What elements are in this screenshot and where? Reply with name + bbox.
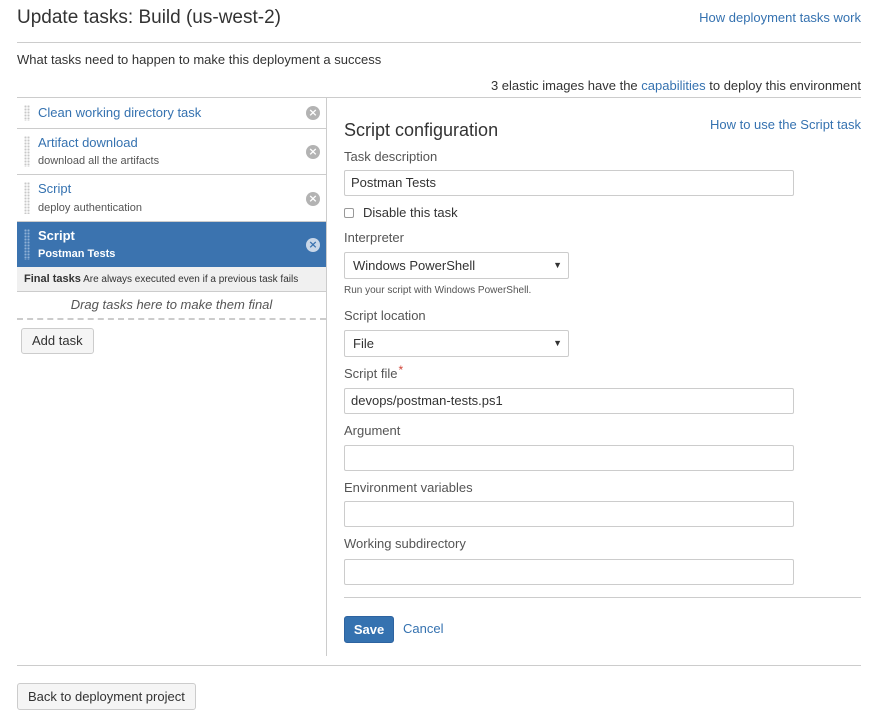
script-location-select[interactable]: File ▼: [344, 330, 569, 357]
cancel-link[interactable]: Cancel: [403, 621, 443, 636]
back-to-deployment-project-button[interactable]: Back to deployment project: [17, 683, 196, 710]
task-list: Clean working directory task × Artifact …: [17, 98, 326, 320]
working-subdirectory-input[interactable]: [344, 559, 794, 585]
working-subdirectory-label: Working subdirectory: [344, 536, 466, 551]
task-description: download all the artifacts: [38, 155, 160, 167]
chevron-down-icon: ▼: [553, 338, 562, 348]
final-tasks-title: Final tasks: [24, 273, 81, 285]
environment-variables-label: Environment variables: [344, 480, 473, 495]
save-button[interactable]: Save: [344, 616, 394, 643]
task-item[interactable]: Artifact download download all the artif…: [17, 129, 326, 175]
task-name[interactable]: Clean working directory task: [38, 105, 201, 120]
script-task-help-link[interactable]: How to use the Script task: [710, 117, 861, 132]
interpreter-hint: Run your script with Windows PowerShell.: [344, 285, 532, 296]
script-location-label: Script location: [344, 308, 426, 323]
script-file-input[interactable]: devops/postman-tests.ps1: [344, 388, 794, 414]
footer-divider: [17, 665, 861, 666]
task-item[interactable]: Script deploy authentication ×: [17, 175, 326, 222]
interpreter-value: Windows PowerShell: [353, 258, 476, 273]
script-file-label-text: Script file: [344, 366, 398, 381]
required-marker: *: [398, 363, 404, 377]
argument-label: Argument: [344, 423, 401, 438]
interpreter-select[interactable]: Windows PowerShell ▼: [344, 252, 569, 279]
intro-text: What tasks need to happen to make this d…: [17, 52, 382, 67]
chevron-down-icon: ▼: [553, 260, 562, 270]
capabilities-line: 3 elastic images have the capabilities t…: [491, 78, 861, 93]
disable-task-label[interactable]: Disable this task: [363, 205, 458, 220]
config-title: Script configuration: [344, 120, 499, 140]
page-header: Update tasks: Build (us-west-2) How depl…: [17, 0, 861, 43]
task-item[interactable]: Clean working directory task ×: [17, 98, 326, 129]
drag-handle-icon[interactable]: [24, 182, 30, 214]
capabilities-suffix: to deploy this environment: [709, 78, 861, 93]
final-tasks-note: Are always executed even if a previous t…: [83, 274, 299, 285]
task-name[interactable]: Script: [38, 181, 71, 196]
form-divider: [344, 597, 861, 598]
task-description-input[interactable]: Postman Tests: [344, 170, 794, 196]
deployment-tasks-help-link[interactable]: How deployment tasks work: [699, 10, 861, 25]
task-item-selected[interactable]: Script Postman Tests ×: [17, 222, 326, 267]
drag-handle-icon[interactable]: [24, 229, 30, 260]
task-name[interactable]: Script: [38, 228, 75, 243]
drag-handle-icon[interactable]: [24, 136, 30, 167]
task-description-label: Task description: [344, 149, 438, 164]
panel-divider: [326, 98, 327, 656]
task-name[interactable]: Artifact download: [38, 135, 138, 150]
script-file-label: Script file*: [344, 363, 404, 381]
capabilities-prefix: 3 elastic images have the: [490, 78, 638, 93]
close-circle-icon[interactable]: ×: [306, 106, 320, 120]
final-tasks-dropzone[interactable]: Drag tasks here to make them final: [17, 292, 326, 320]
final-tasks-header: Final tasks Are always executed even if …: [17, 267, 326, 292]
script-location-value: File: [353, 336, 374, 351]
argument-input[interactable]: [344, 445, 794, 471]
task-description: deploy authentication: [38, 202, 142, 214]
close-circle-icon[interactable]: ×: [306, 192, 320, 206]
close-circle-icon[interactable]: ×: [306, 238, 320, 252]
interpreter-label: Interpreter: [344, 230, 404, 245]
page-title: Update tasks: Build (us-west-2): [17, 7, 281, 28]
environment-variables-input[interactable]: [344, 501, 794, 527]
disable-task-checkbox[interactable]: [344, 208, 354, 218]
add-task-button[interactable]: Add task: [21, 328, 94, 354]
drag-handle-icon[interactable]: [24, 105, 30, 121]
close-circle-icon[interactable]: ×: [306, 145, 320, 159]
capabilities-link[interactable]: capabilities: [641, 78, 705, 93]
task-description: Postman Tests: [38, 248, 116, 260]
